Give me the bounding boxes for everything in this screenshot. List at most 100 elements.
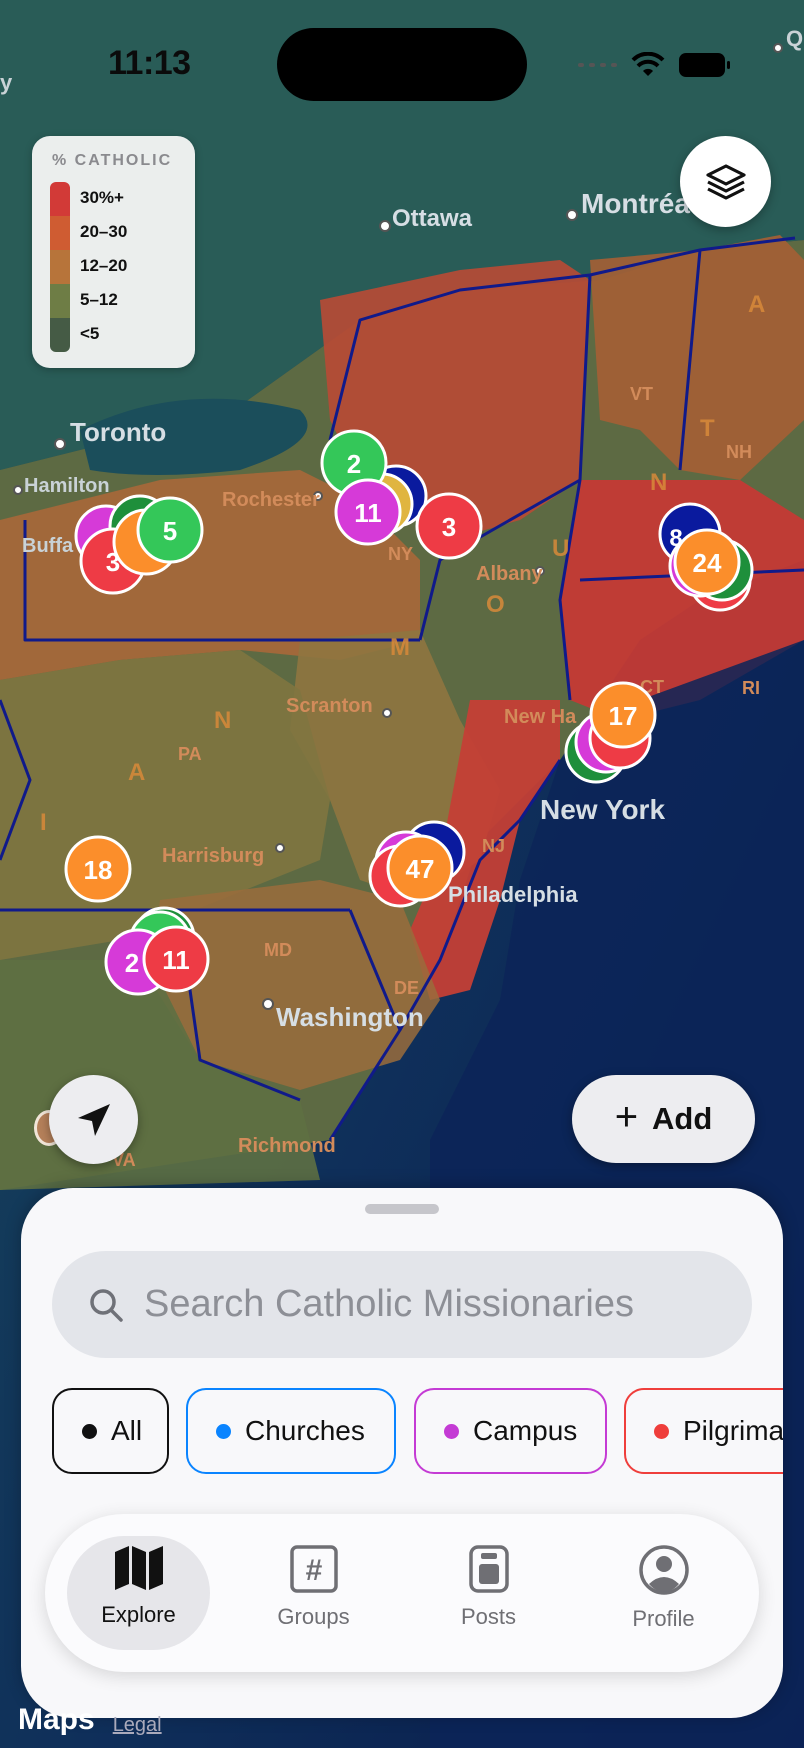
search-bar[interactable]: Search Catholic Missionaries: [52, 1251, 752, 1358]
legend-label: 12–20: [80, 256, 128, 275]
maps-attribution: Maps Legal: [18, 1703, 162, 1737]
map-label: RI: [742, 678, 760, 698]
chip-dot: [216, 1423, 231, 1439]
search-placeholder: Search Catholic Missionaries: [144, 1283, 634, 1325]
filter-chips: All Churches Campus Pilgrima: [52, 1388, 783, 1474]
tab-explore[interactable]: Explore: [67, 1536, 210, 1650]
cluster[interactable]: 3: [415, 492, 483, 560]
add-button-label: Add: [652, 1101, 713, 1136]
map-label: PA: [178, 744, 202, 764]
dynamic-island: [277, 28, 527, 101]
svg-text:T: T: [700, 415, 715, 442]
layers-icon: [705, 163, 746, 200]
tab-bar: Explore # Groups Posts Profile: [45, 1514, 759, 1672]
chip-label: Churches: [245, 1415, 365, 1446]
legal-link[interactable]: Legal: [113, 1714, 162, 1737]
map-label: DE: [394, 978, 419, 998]
legend-title: % CATHOLIC: [52, 152, 173, 169]
legend-label: 20–30: [80, 222, 128, 241]
sheet-grabber[interactable]: [365, 1204, 439, 1214]
wifi-icon: [631, 52, 665, 76]
cluster[interactable]: 11: [142, 925, 210, 993]
battery-icon: [679, 53, 730, 77]
cluster[interactable]: 24: [673, 528, 741, 596]
svg-text:O: O: [486, 591, 505, 618]
map-label: NJ: [482, 836, 505, 856]
tab-label: Profile: [632, 1606, 695, 1631]
map-label: Richmond: [238, 1135, 336, 1157]
hashtag-icon: #: [289, 1545, 338, 1593]
map-label: Toronto: [70, 417, 166, 447]
svg-text:I: I: [40, 809, 47, 836]
status-time: 11:13: [108, 44, 191, 82]
legend-label: 30%+: [80, 188, 124, 207]
map-label: Hamilton: [24, 475, 110, 497]
svg-text:A: A: [128, 759, 145, 786]
map-label: Buffa: [22, 535, 74, 557]
svg-text:2: 2: [347, 449, 361, 479]
filter-chip-campus[interactable]: Campus: [414, 1388, 607, 1474]
svg-text:N: N: [650, 469, 667, 496]
svg-text:5: 5: [163, 516, 177, 546]
tab-posts[interactable]: Posts: [417, 1536, 560, 1650]
cluster[interactable]: 11: [334, 478, 402, 546]
tab-label: Groups: [277, 1604, 350, 1629]
map-label: y: [0, 70, 13, 95]
chip-dot: [654, 1423, 669, 1439]
map-layers-button[interactable]: [680, 136, 771, 227]
legend-label: 5–12: [80, 290, 118, 309]
tab-label: Explore: [101, 1602, 176, 1627]
cluster[interactable]: 47: [386, 834, 454, 902]
apple-maps-logo: Maps: [18, 1703, 95, 1736]
current-location-button[interactable]: [49, 1075, 138, 1164]
map-label: VT: [630, 384, 653, 404]
svg-text:11: 11: [162, 945, 190, 975]
add-button[interactable]: + Add: [572, 1075, 755, 1163]
filter-chip-churches[interactable]: Churches: [186, 1388, 396, 1474]
tab-groups[interactable]: # Groups: [242, 1536, 385, 1650]
legend-label: <5: [80, 324, 100, 343]
chip-dot: [82, 1423, 97, 1439]
filter-chip-all[interactable]: All: [52, 1388, 169, 1474]
cluster[interactable]: 5: [136, 496, 204, 564]
svg-text:U: U: [552, 535, 569, 562]
catholic-percentage-legend: % CATHOLIC 30%+ 20–30 12–20 5–12 <5: [32, 136, 195, 368]
svg-text:11: 11: [354, 498, 382, 528]
plus-icon: +: [614, 1095, 639, 1139]
cluster[interactable]: 18: [64, 835, 132, 903]
svg-text:N: N: [214, 707, 231, 734]
tab-profile[interactable]: Profile: [592, 1536, 735, 1650]
map-label: NY: [388, 544, 413, 564]
chip-label: All: [111, 1415, 143, 1446]
search-icon: [90, 1288, 123, 1322]
map-label: Scranton: [286, 695, 373, 717]
filter-chip-pilgrimage[interactable]: Pilgrima: [624, 1388, 783, 1474]
svg-text:3: 3: [106, 547, 120, 577]
map-label: Ottawa: [392, 205, 473, 232]
svg-text:3: 3: [442, 512, 456, 542]
cluster[interactable]: 17: [589, 681, 657, 749]
map-label: Montréa: [581, 188, 690, 219]
svg-text:#: #: [305, 1554, 322, 1587]
svg-text:17: 17: [609, 701, 638, 731]
map-label: Albany: [476, 563, 544, 585]
location-arrow-icon: [77, 1103, 110, 1136]
cellular-icon: [578, 63, 617, 67]
map-label: Philadelphia: [448, 882, 578, 907]
map-label: NH: [726, 442, 752, 462]
profile-icon: [638, 1545, 689, 1595]
map-label: Harrisburg: [162, 845, 264, 867]
map-label: Q: [786, 26, 803, 51]
map-icon: [114, 1546, 163, 1590]
map-label: New York: [540, 794, 665, 825]
bottom-sheet[interactable]: Search Catholic Missionaries All Churche…: [21, 1188, 783, 1718]
legend-color-scale: [50, 182, 70, 352]
posts-icon: [468, 1545, 509, 1593]
svg-text:24: 24: [693, 548, 722, 578]
svg-text:M: M: [390, 634, 410, 661]
map-label: Washington: [276, 1002, 424, 1032]
status-icons: [578, 48, 730, 82]
map-label: MD: [264, 940, 292, 960]
svg-text:A: A: [748, 291, 765, 318]
chip-label: Campus: [473, 1415, 578, 1446]
